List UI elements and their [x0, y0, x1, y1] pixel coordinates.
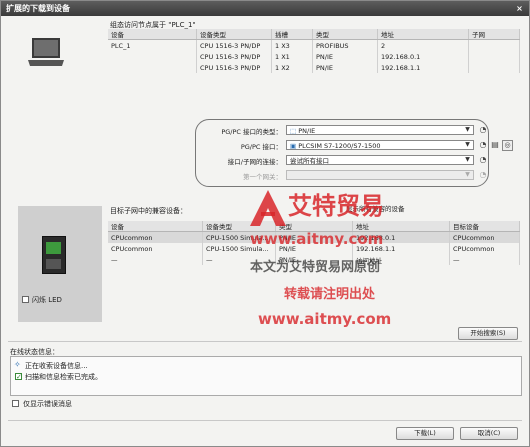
cell: PN/IE	[312, 51, 378, 62]
chevron-down-icon[interactable]: ▼	[463, 141, 472, 149]
col-device-type: 设备类型	[196, 29, 272, 40]
cell: 192.168.1.1	[377, 62, 469, 73]
status-indicator-icon: ◔	[479, 170, 487, 179]
pgpc-interface-select[interactable]: ▣ PLCSIM S7-1200/S7-1500 ▼	[286, 140, 474, 150]
cell: 1 X3	[271, 39, 313, 51]
pgpc-type-value: PN/IE	[298, 127, 316, 135]
close-icon[interactable]: ×	[514, 3, 525, 14]
subnet-connection-select[interactable]: 尝试所有接口 ▼	[286, 155, 474, 165]
col-subnet: 子网	[468, 29, 520, 40]
cell: CPUcommon	[449, 243, 520, 254]
col-device: 设备	[108, 221, 203, 232]
watermark-logo-icon	[250, 190, 286, 226]
cell: 192.168.0.1	[377, 51, 469, 62]
table-row[interactable]: CPU 1516-3 PN/DP 1 X2 PN/IE 192.168.1.1	[108, 62, 520, 73]
pgpc-type-select[interactable]: ⬚ PN/IE ▼	[286, 125, 474, 135]
laptop-icon	[28, 38, 64, 66]
gateway-row: 第一个网关： ▼	[200, 170, 480, 181]
divider	[8, 420, 522, 421]
watermark-brand: 艾特贸易	[288, 192, 384, 220]
status-indicator-icon: ◔	[479, 155, 487, 164]
cell	[108, 62, 197, 73]
col-type: 类型	[312, 29, 378, 40]
col-target-device: 目标设备	[449, 221, 520, 232]
plcsim-icon: ▣	[290, 142, 299, 150]
pgpc-interface-label: PG/PC 接口：	[240, 143, 282, 151]
diagnostics-icon[interactable]: ◎	[502, 140, 513, 151]
cell	[108, 51, 197, 62]
pgpc-interface-value: PLCSIM S7-1200/S7-1500	[298, 142, 381, 150]
flash-led-label: 闪烁 LED	[32, 296, 62, 304]
cell: CPU 1516-3 PN/DP	[196, 39, 272, 51]
divider	[8, 341, 522, 342]
cell: CPUcommon	[108, 231, 203, 243]
start-search-button[interactable]: 开始搜索(S)	[458, 327, 518, 340]
cell: PLC_1	[108, 39, 197, 51]
cell: CPU 1516-3 PN/DP	[196, 51, 272, 62]
cancel-button[interactable]: 取消(C)	[460, 427, 518, 440]
cell: —	[449, 254, 520, 265]
target-devices-title: 目标子网中的兼容设备：	[110, 207, 187, 215]
cell: CPUcommon	[449, 231, 520, 243]
flash-led-checkbox[interactable]	[22, 296, 29, 303]
cell: PN/IE	[312, 62, 378, 73]
show-errors-only-checkbox[interactable]	[12, 400, 19, 407]
chevron-down-icon[interactable]: ▼	[463, 171, 472, 179]
cell: PROFIBUS	[312, 39, 378, 51]
gateway-label: 第一个网关：	[243, 173, 282, 181]
cell: 2	[377, 39, 469, 51]
cell	[468, 51, 520, 62]
dialog-title: 扩展的下载到设备	[6, 4, 70, 13]
cell	[468, 62, 520, 73]
status-line: 扫描和信息检索已完成。	[25, 373, 102, 381]
pgpc-type-row: PG/PC 接口的类型： ⬚ PN/IE ▼	[200, 125, 480, 136]
title-bar: 扩展的下载到设备 ×	[1, 1, 529, 16]
chevron-down-icon[interactable]: ▼	[463, 156, 472, 164]
gateway-select[interactable]: ▼	[286, 170, 474, 180]
subnet-connection-row: 接口/子网的连接： 尝试所有接口 ▼	[200, 155, 480, 166]
watermark-notice: 本文为艾特贸易网原创	[250, 260, 381, 275]
success-check-icon: ✓	[15, 373, 22, 381]
status-line: 正在收索设备信息...	[25, 362, 88, 370]
watermark-notice: 转载请注明出处	[284, 287, 376, 302]
properties-icon[interactable]: ▤	[490, 140, 500, 150]
col-address: 地址	[377, 29, 469, 40]
cell: 1 X1	[271, 51, 313, 62]
plc-device-icon	[42, 236, 66, 274]
col-slot: 插槽	[271, 29, 313, 40]
info-icon: ✧	[14, 360, 21, 369]
cell	[468, 39, 520, 51]
status-indicator-icon: ◔	[479, 140, 487, 149]
cell: CPU 1516-3 PN/DP	[196, 62, 272, 73]
table-row[interactable]: PLC_1 CPU 1516-3 PN/DP 1 X3 PROFIBUS 2	[108, 39, 520, 51]
network-icon: ⬚	[290, 127, 299, 135]
watermark-url: www.aitmy.com	[250, 230, 384, 248]
subnet-connection-value: 尝试所有接口	[290, 157, 329, 165]
chevron-down-icon[interactable]: ▼	[463, 126, 472, 134]
subnet-connection-label: 接口/子网的连接：	[227, 158, 282, 166]
cell: CPUcommon	[108, 243, 203, 254]
col-device: 设备	[108, 29, 197, 40]
status-indicator-icon: ◔	[479, 125, 487, 134]
show-errors-only-label: 仅显示错误消息	[23, 400, 72, 408]
pgpc-type-label: PG/PC 接口的类型：	[221, 128, 282, 136]
download-button[interactable]: 下载(L)	[396, 427, 454, 440]
config-nodes-table: 设备 设备类型 插槽 类型 地址 子网 PLC_1 CPU 1516-3 PN/…	[108, 29, 520, 73]
pgpc-interface-row: PG/PC 接口： ▣ PLCSIM S7-1200/S7-1500 ▼	[200, 140, 480, 151]
cell: —	[108, 254, 203, 265]
cell: 1 X2	[271, 62, 313, 73]
watermark-url: www.aitmy.com	[258, 310, 392, 328]
table-row[interactable]: CPU 1516-3 PN/DP 1 X1 PN/IE 192.168.0.1	[108, 51, 520, 62]
